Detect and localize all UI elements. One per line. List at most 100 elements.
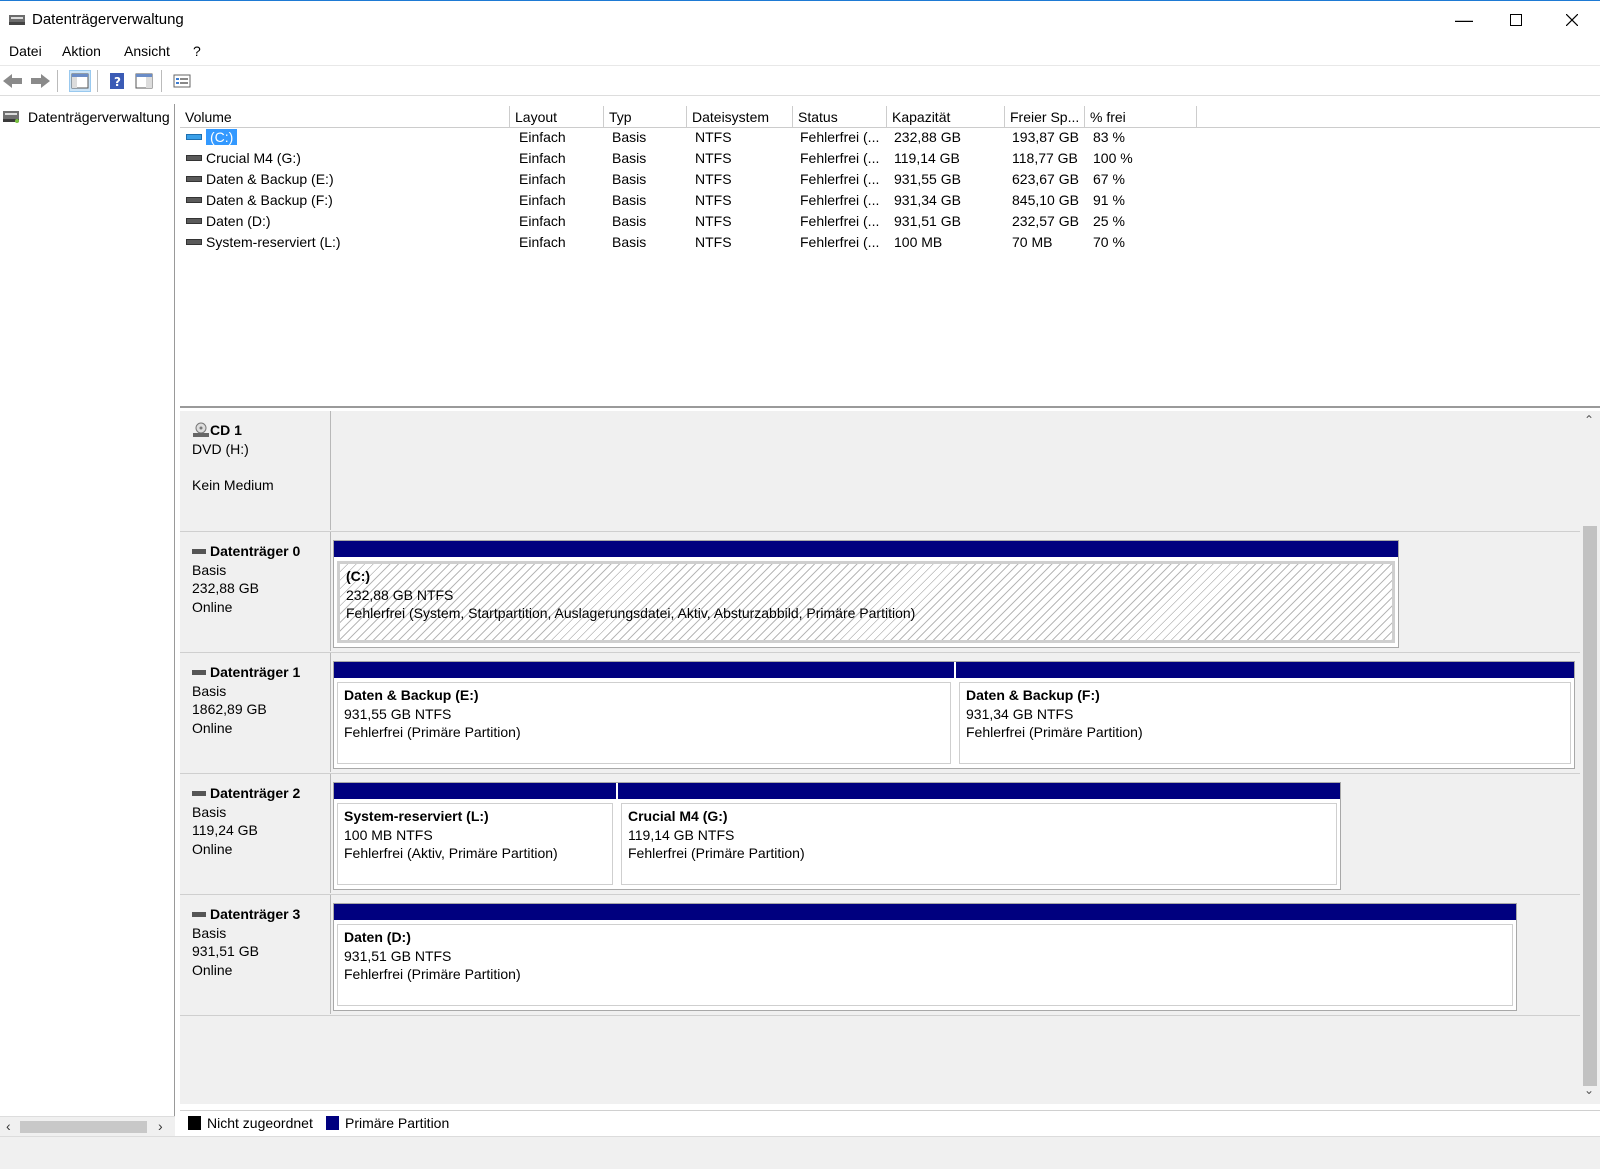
disk-row-1[interactable]: Datenträger 1 Basis 1862,89 GB Online Da… [180, 653, 1580, 774]
column-header-freier-speicher[interactable]: Freier Sp... [1005, 106, 1085, 128]
tree-item-disk-management[interactable]: Datenträgerverwaltung [2, 107, 174, 127]
disk-management-app-icon [9, 15, 25, 25]
volume-free: 232,57 GB [1012, 213, 1079, 229]
help-book-icon: ? [110, 73, 124, 89]
scroll-left-icon[interactable]: ‹ [6, 1118, 11, 1134]
disk-row-0[interactable]: Datenträger 0 Basis 232,88 GB Online (C:… [180, 532, 1580, 653]
disk-info[interactable]: Datenträger 0 Basis 232,88 GB Online [180, 532, 331, 651]
partition-d[interactable]: Daten (D:) 931,51 GB NTFS Fehlerfrei (Pr… [334, 904, 1516, 1010]
disk-partition-panel: Daten & Backup (E:) 931,55 GB NTFS Fehle… [333, 661, 1575, 769]
properties-button[interactable] [171, 70, 193, 92]
status-bar [0, 1136, 1600, 1169]
disk-icon [192, 911, 206, 917]
column-header-layout[interactable]: Layout [510, 106, 604, 128]
back-button[interactable] [2, 70, 24, 92]
partition-body[interactable]: System-reserviert (L:) 100 MB NTFS Fehle… [337, 803, 613, 885]
legend-swatch-primary [326, 1116, 339, 1130]
partition-status: Fehlerfrei (Primäre Partition) [344, 966, 521, 982]
partition-body[interactable]: Crucial M4 (G:) 119,14 GB NTFS Fehlerfre… [621, 803, 1337, 885]
volume-row[interactable]: Crucial M4 (G:) Einfach Basis NTFS Fehle… [180, 149, 1600, 169]
disk-type: Basis [192, 561, 227, 578]
partition-g[interactable]: Crucial M4 (G:) 119,14 GB NTFS Fehlerfre… [618, 783, 1340, 889]
scroll-thumb[interactable] [1583, 526, 1597, 1086]
partition-size: 119,14 GB NTFS [628, 826, 735, 843]
maximize-icon [1510, 14, 1522, 26]
disk-type: Basis [192, 803, 227, 820]
partition-body[interactable]: Daten & Backup (F:) 931,34 GB NTFS Fehle… [959, 682, 1571, 764]
drive-icon [186, 239, 202, 246]
volume-row[interactable]: Daten (D:) Einfach Basis NTFS Fehlerfrei… [180, 212, 1600, 232]
partition-type-bar [334, 541, 1398, 557]
partition-name: Crucial M4 (G:) [628, 808, 728, 824]
column-header-prozent-frei[interactable]: % frei [1085, 106, 1197, 128]
menu-help[interactable]: ? [193, 43, 201, 59]
scroll-down-icon[interactable]: ⌄ [1584, 1083, 1594, 1097]
partition-f[interactable]: Daten & Backup (F:) 931,34 GB NTFS Fehle… [956, 662, 1574, 768]
close-button[interactable] [1544, 1, 1600, 39]
partition-l[interactable]: System-reserviert (L:) 100 MB NTFS Fehle… [334, 783, 616, 889]
minimize-button[interactable]: — [1436, 1, 1492, 39]
disk-info[interactable]: CD 1 DVD (H:) Kein Medium [180, 411, 331, 530]
partition-body[interactable]: Daten (D:) 931,51 GB NTFS Fehlerfrei (Pr… [337, 924, 1513, 1006]
disk-partition-panel: Daten (D:) 931,51 GB NTFS Fehlerfrei (Pr… [333, 903, 1517, 1011]
partition-type-bar [334, 904, 1516, 920]
properties-list-icon [173, 74, 191, 88]
volume-typ: Basis [612, 129, 647, 145]
partition-body[interactable]: Daten & Backup (E:) 931,55 GB NTFS Fehle… [337, 682, 951, 764]
column-header-typ[interactable]: Typ [604, 106, 687, 128]
disk-name: Datenträger 1 [210, 664, 301, 680]
volume-row[interactable]: Daten & Backup (E:) Einfach Basis NTFS F… [180, 170, 1600, 190]
disk-info[interactable]: Datenträger 1 Basis 1862,89 GB Online [180, 653, 331, 772]
disk-state: Online [192, 719, 233, 736]
disk-media-status: Kein Medium [192, 477, 274, 493]
column-header-status[interactable]: Status [793, 106, 887, 128]
volume-layout: Einfach [519, 171, 566, 187]
disk-row-2[interactable]: Datenträger 2 Basis 119,24 GB Online Sys… [180, 774, 1580, 895]
disk-state: Online [192, 840, 233, 857]
column-header-kapazitaet[interactable]: Kapazität [887, 106, 1005, 128]
partition-body[interactable]: (C:) 232,88 GB NTFS Fehlerfrei (System, … [337, 561, 1395, 643]
column-header-dateisystem[interactable]: Dateisystem [687, 106, 793, 128]
disk-name: Datenträger 2 [210, 785, 301, 801]
console-tree: Datenträgerverwaltung ‹ › [0, 104, 175, 1136]
partition-size: 931,34 GB NTFS [966, 705, 1074, 722]
partition-type-bar [334, 662, 954, 678]
column-header-volume[interactable]: Volume [180, 106, 510, 128]
show-hide-console-tree-button[interactable] [69, 70, 91, 92]
disk-row-3[interactable]: Datenträger 3 Basis 931,51 GB Online Dat… [180, 895, 1580, 1016]
disk-view-vertical-scrollbar[interactable]: ⌃ ⌄ [1580, 411, 1600, 1104]
menu-aktion[interactable]: Aktion [62, 43, 101, 59]
title-bar: Datenträgerverwaltung — [0, 0, 1600, 38]
partition-name: System-reserviert (L:) [344, 808, 489, 824]
volume-row[interactable]: Daten & Backup (F:) Einfach Basis NTFS F… [180, 191, 1600, 211]
scroll-up-icon[interactable]: ⌃ [1584, 413, 1594, 427]
volume-row[interactable]: (C:) Einfach Basis NTFS Fehlerfrei (... … [180, 128, 1600, 148]
disk-size: 119,24 GB [192, 822, 258, 838]
partition-status: Fehlerfrei (System, Startpartition, Ausl… [346, 605, 916, 621]
menu-datei[interactable]: Datei [9, 43, 42, 59]
partition-c[interactable]: (C:) 232,88 GB NTFS Fehlerfrei (System, … [334, 541, 1398, 647]
volume-row[interactable]: System-reserviert (L:) Einfach Basis NTF… [180, 233, 1600, 253]
disk-management-tree-icon [3, 111, 19, 123]
scroll-right-icon[interactable]: › [158, 1118, 163, 1134]
show-action-pane-button[interactable] [133, 70, 155, 92]
maximize-button[interactable] [1488, 1, 1544, 39]
volume-fs: NTFS [695, 213, 732, 229]
partition-e[interactable]: Daten & Backup (E:) 931,55 GB NTFS Fehle… [334, 662, 954, 768]
volume-capacity: 232,88 GB [894, 129, 961, 145]
scroll-thumb[interactable] [20, 1121, 147, 1133]
toolbar: ? [0, 66, 1600, 96]
disk-name: CD 1 [210, 422, 242, 438]
partition-name: Daten & Backup (F:) [966, 687, 1100, 703]
help-button[interactable]: ? [106, 70, 128, 92]
volume-pct-free: 83 % [1093, 129, 1125, 145]
volume-name: Daten & Backup (E:) [206, 171, 334, 187]
disk-info[interactable]: Datenträger 3 Basis 931,51 GB Online [180, 895, 331, 1014]
volume-layout: Einfach [519, 129, 566, 145]
volume-typ: Basis [612, 171, 647, 187]
menu-ansicht[interactable]: Ansicht [124, 43, 170, 59]
disk-info[interactable]: Datenträger 2 Basis 119,24 GB Online [180, 774, 331, 893]
disk-row-cd1[interactable]: CD 1 DVD (H:) Kein Medium [180, 411, 1580, 532]
forward-button[interactable] [29, 70, 51, 92]
tree-horizontal-scrollbar[interactable]: ‹ › [0, 1116, 175, 1136]
